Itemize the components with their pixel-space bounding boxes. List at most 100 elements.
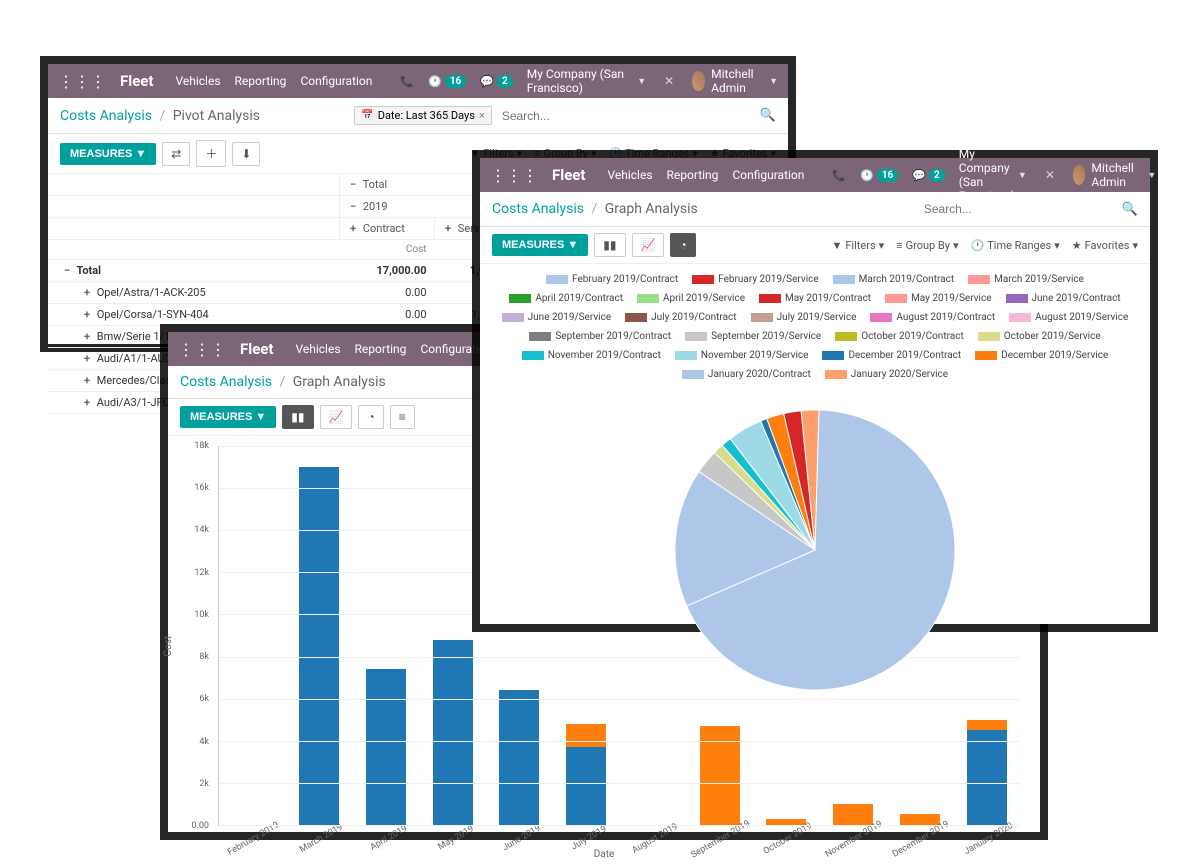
bar-segment[interactable] — [967, 730, 1007, 825]
collapse-2019[interactable]: − — [346, 200, 360, 213]
pivot-cell: 17,000.00 — [340, 260, 435, 282]
clock-icon[interactable]: 🕐16 — [428, 75, 466, 88]
search-chip[interactable]: 📅 Date: Last 365 Days × — [354, 106, 492, 125]
bar-segment[interactable] — [566, 747, 606, 825]
pivot-row-label[interactable]: + Opel/Astra/1-ACK-205 — [48, 282, 340, 304]
nav-reporting[interactable]: Reporting — [235, 74, 287, 88]
x-tick: January 2020 — [962, 821, 1014, 857]
legend-item[interactable]: September 2019/Contract — [529, 331, 671, 342]
toolbar: MEASURES ▼ ▮▮ 📈 ◔ ▼ Filters ▾ ≡ Group By… — [480, 227, 1150, 264]
piechart-icon[interactable]: ◔ — [670, 233, 695, 257]
bar-segment[interactable] — [433, 640, 473, 825]
bar-segment[interactable] — [499, 690, 539, 825]
barchart-icon[interactable]: ▮▮ — [282, 405, 313, 429]
legend-item[interactable]: March 2019/Service — [968, 274, 1084, 285]
apps-icon[interactable]: ⋮⋮⋮ — [490, 166, 538, 185]
nav-vehicles[interactable]: Vehicles — [295, 342, 340, 356]
breadcrumb-main[interactable]: Costs Analysis — [60, 108, 152, 124]
nav-reporting[interactable]: Reporting — [667, 168, 719, 182]
legend-item[interactable]: January 2020/Contract — [682, 369, 811, 380]
phone-icon[interactable]: 📞 — [400, 75, 414, 88]
apps-icon[interactable]: ⋮⋮⋮ — [178, 340, 226, 359]
measures-button[interactable]: MEASURES ▼ — [180, 406, 276, 428]
avatar — [1073, 165, 1085, 185]
breadcrumb-main[interactable]: Costs Analysis — [180, 374, 272, 390]
linechart-icon[interactable]: 📈 — [632, 233, 665, 257]
bar-segment[interactable] — [566, 724, 606, 747]
legend-item[interactable]: February 2019/Service — [692, 274, 819, 285]
apps-icon[interactable]: ⋮⋮⋮ — [58, 72, 106, 91]
brand[interactable]: Fleet — [552, 166, 585, 184]
user-menu[interactable]: Mitchell Admin▼ — [692, 67, 778, 95]
timeranges-button[interactable]: 🕐 Time Ranges ▾ — [971, 239, 1060, 252]
search-input[interactable] — [496, 107, 756, 125]
bar-segment[interactable] — [299, 467, 339, 825]
legend-item[interactable]: October 2019/Contract — [835, 331, 964, 342]
measures-button[interactable]: MEASURES ▼ — [492, 234, 588, 256]
pivot-cell: 0.00 — [340, 304, 435, 326]
breadcrumb: Costs Analysis / Pivot Analysis — [60, 108, 260, 124]
legend-item[interactable]: July 2019/Service — [751, 312, 857, 323]
pivot-row-label[interactable]: − Total — [48, 260, 340, 282]
legend-item[interactable]: May 2019/Contract — [759, 293, 871, 304]
nav-reporting[interactable]: Reporting — [355, 342, 407, 356]
legend-item[interactable]: December 2019/Contract — [822, 350, 961, 361]
legend-item[interactable]: August 2019/Contract — [870, 312, 995, 323]
groupby-button[interactable]: ≡ Group By ▾ — [896, 239, 958, 252]
legend-item[interactable]: January 2020/Service — [825, 369, 948, 380]
barchart-icon[interactable]: ▮▮ — [594, 233, 625, 257]
bar-segment[interactable] — [833, 804, 873, 825]
legend-item[interactable]: December 2019/Service — [975, 350, 1108, 361]
legend-item[interactable]: November 2019/Contract — [522, 350, 661, 361]
avatar — [692, 71, 705, 91]
legend-item[interactable]: March 2019/Contract — [833, 274, 954, 285]
x-tick: April 2019 — [369, 824, 409, 853]
bar-segment[interactable] — [900, 814, 940, 825]
expand-all-button[interactable]: ＋ — [196, 140, 226, 167]
legend-item[interactable]: October 2019/Service — [978, 331, 1101, 342]
chat-icon[interactable]: 💬2 — [912, 169, 944, 182]
company-switcher[interactable]: My Company (San Francisco)▼ — [527, 67, 646, 95]
search-icon[interactable]: 🔍 — [1122, 202, 1138, 217]
legend-item[interactable]: June 2019/Service — [502, 312, 611, 323]
close-icon[interactable]: ✕ — [1041, 168, 1059, 182]
legend-item[interactable]: July 2019/Contract — [625, 312, 736, 323]
chat-icon[interactable]: 💬2 — [480, 75, 512, 88]
breadcrumb-main[interactable]: Costs Analysis — [492, 201, 584, 217]
pivot-row-label[interactable]: + Opel/Corsa/1-SYN-404 — [48, 304, 340, 326]
legend-item[interactable]: April 2019/Contract — [509, 293, 623, 304]
search-input[interactable] — [918, 200, 1118, 218]
user-menu[interactable]: Mitchell Admin▼ — [1073, 161, 1156, 189]
download-button[interactable]: ⬇ — [232, 142, 260, 166]
favorites-button[interactable]: ★ Favorites ▾ — [1072, 239, 1138, 252]
piechart-icon[interactable]: ◔ — [358, 405, 383, 429]
brand[interactable]: Fleet — [120, 72, 153, 90]
legend-item[interactable]: April 2019/Service — [637, 293, 745, 304]
nav-configuration[interactable]: Configuration — [732, 168, 804, 182]
nav-vehicles[interactable]: Vehicles — [607, 168, 652, 182]
nav-configuration[interactable]: Configuration — [300, 74, 372, 88]
filters-button[interactable]: ▼ Filters ▾ — [831, 239, 884, 252]
search-icon[interactable]: 🔍 — [760, 108, 776, 123]
bar-segment[interactable] — [967, 720, 1007, 731]
linechart-icon[interactable]: 📈 — [320, 405, 353, 429]
chip-close-icon[interactable]: × — [479, 109, 485, 122]
nav-vehicles[interactable]: Vehicles — [175, 74, 220, 88]
collapse-total[interactable]: − — [346, 178, 360, 191]
legend-item[interactable]: May 2019/Service — [885, 293, 991, 304]
flip-axis-button[interactable]: ⇄ — [162, 142, 190, 166]
clock-icon[interactable]: 🕐16 — [860, 169, 898, 182]
legend-item[interactable]: August 2019/Service — [1009, 312, 1128, 323]
close-icon[interactable]: ✕ — [660, 74, 678, 88]
legend-item[interactable]: June 2019/Contract — [1006, 293, 1121, 304]
legend-item[interactable]: November 2019/Service — [675, 350, 809, 361]
company-switcher[interactable]: My Company (San Francisco)▼ — [959, 147, 1027, 203]
bar-segment[interactable] — [366, 669, 406, 825]
legend-item[interactable]: September 2019/Service — [685, 331, 821, 342]
measures-button[interactable]: MEASURES ▼ — [60, 143, 156, 165]
phone-icon[interactable]: 📞 — [832, 169, 846, 182]
legend-item[interactable]: February 2019/Contract — [546, 274, 678, 285]
stacked-icon[interactable]: ≡ — [390, 405, 415, 429]
x-tick: May 2019 — [436, 824, 475, 852]
brand[interactable]: Fleet — [240, 340, 273, 358]
